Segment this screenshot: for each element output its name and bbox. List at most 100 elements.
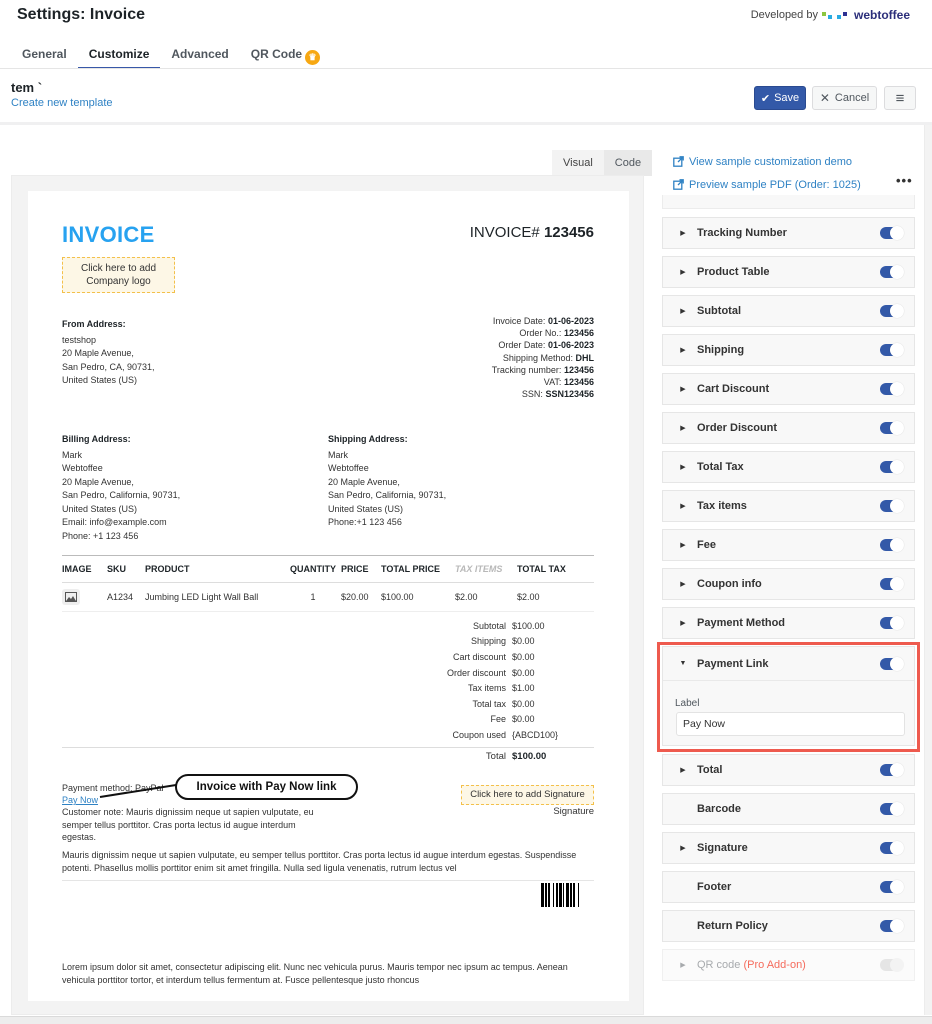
pro-addon-badge: (Pro Add-on) — [743, 959, 806, 971]
section-subtotal[interactable]: ▶ Subtotal — [662, 295, 915, 327]
section-title: Tax items — [697, 500, 880, 512]
section-return-policy[interactable]: Return Policy — [662, 910, 915, 942]
footer-text[interactable]: Lorem ipsum dolor sit amet, consectetur … — [62, 961, 594, 987]
cancel-button[interactable]: ✕ Cancel — [812, 86, 877, 110]
view-demo-link[interactable]: View sample customization demo — [673, 150, 861, 173]
create-new-template-link[interactable]: Create new template — [11, 97, 113, 109]
tab-general[interactable]: General — [11, 40, 78, 69]
col-sku: SKU — [107, 564, 127, 574]
preview-pdf-link[interactable]: Preview sample PDF (Order: 1025) — [673, 173, 861, 196]
total-row-coupon: Coupon used {ABCD100} — [452, 729, 559, 740]
shipping-address[interactable]: Shipping Address: Mark Webtoffee 20 Mapl… — [328, 433, 446, 530]
barcode-icon[interactable] — [541, 883, 594, 907]
save-button[interactable]: ✔ Save — [754, 86, 806, 110]
billing-address[interactable]: Billing Address: Mark Webtoffee 20 Maple… — [62, 433, 180, 543]
cell-sku: A1234 — [107, 592, 134, 602]
section-header[interactable]: ▼ Payment Link — [663, 647, 914, 681]
section-tracking-number[interactable]: ▶ Tracking Number — [662, 217, 915, 249]
tab-qr-code-label: QR Code — [250, 47, 303, 61]
grand-total-row: Total $100.00 — [62, 746, 594, 765]
return-policy-text[interactable]: Mauris dignissim neque ut sapien vulputa… — [62, 849, 594, 875]
tab-advanced[interactable]: Advanced — [160, 40, 239, 69]
section-toggle[interactable] — [880, 265, 904, 279]
section-title-text: Return Policy — [697, 920, 768, 932]
section-qr-code[interactable]: ▶ QR code (Pro Add-on) — [662, 949, 915, 981]
section-product-table[interactable]: ▶ Product Table — [662, 256, 915, 288]
caret-right-icon: ▶ — [680, 767, 686, 774]
section-toggle[interactable] — [880, 616, 904, 630]
section-toggle[interactable] — [880, 499, 904, 513]
section-toggle[interactable] — [880, 343, 904, 357]
sidebar-links: View sample customization demo Preview s… — [673, 150, 861, 196]
caret-right-icon: ▶ — [680, 620, 686, 627]
section-toggle[interactable] — [880, 421, 904, 435]
tab-qr-code[interactable]: QR Code ♛ — [240, 40, 331, 69]
company-logo-placeholder[interactable]: Click here to add Company logo — [62, 257, 175, 293]
section-title-text: Total — [697, 764, 723, 776]
section-toggle[interactable] — [880, 382, 904, 396]
section-shipping[interactable]: ▶ Shipping — [662, 334, 915, 366]
section-toggle[interactable] — [880, 763, 904, 777]
cell-tax-items: $2.00 — [455, 592, 478, 602]
header-divider — [0, 68, 932, 69]
label-input[interactable] — [676, 712, 905, 736]
cell-product: Jumbing LED Light Wall Ball — [145, 592, 259, 602]
meta-row: SSN: SSN123456 — [521, 389, 594, 400]
section-total-tax[interactable]: ▶ Total Tax — [662, 451, 915, 483]
crown-icon: ♛ — [305, 50, 321, 65]
product-table[interactable]: IMAGE SKU PRODUCT QUANTITY PRICE TOTAL P… — [62, 555, 594, 612]
section-order-discount[interactable]: ▶ Order Discount — [662, 412, 915, 444]
from-line: United States (US) — [62, 375, 138, 385]
invoice-title[interactable]: INVOICE — [62, 222, 155, 248]
tab-code[interactable]: Code — [603, 150, 653, 176]
totals-block[interactable]: Subtotal $100.00 Shipping $0.00 Cart disco… — [62, 618, 594, 765]
col-quantity: QUANTITY — [290, 564, 336, 574]
tab-customize[interactable]: Customize — [77, 40, 161, 69]
scrollbar-track[interactable] — [924, 125, 932, 1015]
section-barcode[interactable]: Barcode — [662, 793, 915, 825]
meta-row: Order No.: 123456 — [519, 328, 594, 339]
section-payment-method[interactable]: ▶ Payment Method — [662, 607, 915, 639]
check-icon: ✔ — [760, 92, 771, 105]
section-fee[interactable]: ▶ Fee — [662, 529, 915, 561]
section-toggle[interactable] — [880, 656, 904, 671]
settings-tabs: General Customize Advanced QR Code ♛ — [11, 40, 331, 69]
section-toggle[interactable] — [880, 841, 904, 855]
section-signature[interactable]: ▶ Signature — [662, 832, 915, 864]
section-toggle[interactable] — [880, 880, 904, 894]
caret-right-icon: ▶ — [680, 230, 686, 237]
section-title-text: Payment Method — [697, 617, 786, 629]
webtoffee-brand[interactable]: webtoffee — [854, 8, 910, 22]
section-footer[interactable]: Footer — [662, 871, 915, 903]
section-title-text: Signature — [697, 842, 748, 854]
signature-placeholder[interactable]: Click here to add Signature — [461, 785, 594, 805]
caret-right-icon: ▶ — [680, 503, 686, 510]
barcode-bar — [579, 883, 581, 907]
menu-button[interactable]: ≡ — [884, 86, 916, 110]
col-total-tax: TOTAL TAX — [517, 564, 566, 574]
section-title-text: Product Table — [697, 266, 770, 278]
section-toggle[interactable] — [880, 958, 904, 972]
tab-visual[interactable]: Visual — [552, 150, 604, 176]
meta-row: Tracking number: 123456 — [491, 364, 594, 375]
cancel-label: Cancel — [834, 92, 870, 104]
invoice-meta[interactable]: Invoice Date: 01-06-2023 Order No.: 1234… — [492, 315, 594, 400]
section-toggle[interactable] — [880, 226, 904, 240]
developed-by: Developed by webtoffee — [751, 8, 910, 22]
section-toggle[interactable] — [880, 802, 904, 816]
from-address[interactable]: From Address: testshop 20 Maple Avenue, … — [62, 318, 155, 388]
section-cart-discount[interactable]: ▶ Cart Discount — [662, 373, 915, 405]
section-toggle[interactable] — [880, 460, 904, 474]
more-options-icon[interactable]: ••• — [896, 173, 913, 188]
cell-quantity: 1 — [310, 592, 316, 602]
section-tax-items[interactable]: ▶ Tax items — [662, 490, 915, 522]
section-toggle[interactable] — [880, 538, 904, 552]
section-total[interactable]: ▶ Total — [662, 754, 915, 786]
section-toggle[interactable] — [880, 919, 904, 933]
pay-now-link[interactable]: Pay Now — [62, 795, 98, 805]
section-coupon-info[interactable]: ▶ Coupon info — [662, 568, 915, 600]
caret-right-icon: ▶ — [680, 845, 686, 852]
section-toggle[interactable] — [880, 304, 904, 318]
invoice-number[interactable]: INVOICE# 123456 — [470, 224, 594, 241]
section-toggle[interactable] — [880, 577, 904, 591]
